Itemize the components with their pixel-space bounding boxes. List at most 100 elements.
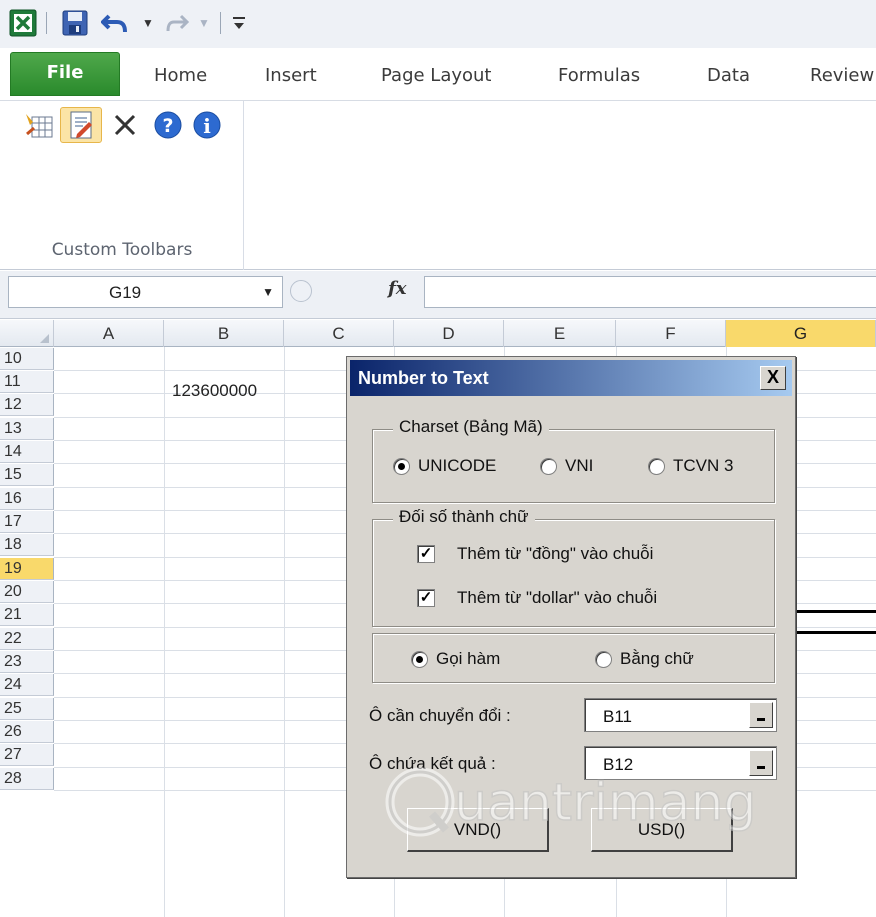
help-icon[interactable]: ? <box>151 107 185 143</box>
row-header-21[interactable]: 21 <box>0 604 54 626</box>
radio-unicode[interactable]: UNICODE <box>393 456 496 476</box>
checkbox-dong-box[interactable]: ✓ <box>417 545 435 563</box>
row-header-20[interactable]: 20 <box>0 581 54 603</box>
result-cell-label: Ô chứa kết quả : <box>369 754 496 773</box>
radio-tcvn3[interactable]: TCVN 3 <box>648 456 733 476</box>
column-header-f[interactable]: F <box>616 320 726 347</box>
name-box-value: G19 <box>109 283 142 302</box>
convert-legend: Đối số thành chữ <box>393 507 535 527</box>
chevron-down-icon[interactable]: ▼ <box>262 285 274 299</box>
row-header-10[interactable]: 10 <box>0 348 54 370</box>
row-header-18[interactable]: 18 <box>0 534 54 556</box>
radio-vni[interactable]: VNI <box>540 456 593 476</box>
redo-icon[interactable] <box>164 9 190 37</box>
row-header-22[interactable]: 22 <box>0 628 54 650</box>
ribbon: ? i Custom Toolbars <box>0 100 876 270</box>
excel-logo-icon <box>8 9 38 37</box>
edit-form-icon[interactable] <box>60 107 102 143</box>
customize-toolbar-icon[interactable] <box>228 9 250 37</box>
checkbox-dollar-box[interactable]: ✓ <box>417 589 435 607</box>
formula-input[interactable] <box>424 276 876 308</box>
row-header-12[interactable]: 12 <box>0 394 54 416</box>
radio-vni-label: VNI <box>565 456 594 475</box>
radio-goi-ham-dot[interactable] <box>411 650 428 668</box>
radio-bang-chu-label: Bằng chữ <box>620 649 694 668</box>
close-icon[interactable] <box>110 107 140 143</box>
source-cell-label: Ô cần chuyển đổi : <box>369 706 511 725</box>
group-label: Custom Toolbars <box>51 240 193 260</box>
number-to-text-dialog: Number to Text X Charset (Bảng Mã) UNICO… <box>346 356 796 878</box>
undo-icon[interactable] <box>100 9 130 37</box>
tab-review[interactable]: Review <box>810 56 874 96</box>
row-header-17[interactable]: 17 <box>0 511 54 533</box>
name-box[interactable]: G19 ▼ <box>8 276 283 308</box>
radio-vni-dot[interactable] <box>540 457 557 475</box>
quick-access-toolbar: ▼ ▼ <box>0 0 876 48</box>
radio-unicode-dot[interactable] <box>393 457 410 475</box>
table-icon[interactable] <box>22 107 56 143</box>
radio-bang-chu[interactable]: Bằng chữ <box>595 649 694 669</box>
tab-page-layout[interactable]: Page Layout <box>381 56 492 96</box>
radio-bang-chu-dot[interactable] <box>595 650 612 668</box>
ribbon-tabs: File Home Insert Page Layout Formulas Da… <box>0 48 876 100</box>
cell-b11[interactable]: 123600000 <box>172 381 257 401</box>
svg-text:?: ? <box>162 115 173 137</box>
charset-group: Charset (Bảng Mã) UNICODE VNI TCVN 3 <box>372 417 775 503</box>
row-header-15[interactable]: 15 <box>0 464 54 486</box>
checkbox-dong[interactable]: ✓ Thêm từ "đồng" vào chuỗi <box>417 544 653 564</box>
tab-data[interactable]: Data <box>707 56 750 96</box>
vnd-button[interactable]: VND() <box>407 808 549 852</box>
source-cell-value: B11 <box>603 707 632 726</box>
row-header-28[interactable]: 28 <box>0 768 54 790</box>
row-header-26[interactable]: 26 <box>0 721 54 743</box>
radio-unicode-label: UNICODE <box>418 456 497 475</box>
convert-options-group: Đối số thành chữ ✓ Thêm từ "đồng" vào ch… <box>372 507 775 627</box>
column-header-b[interactable]: B <box>164 320 284 347</box>
column-header-e[interactable]: E <box>504 320 616 347</box>
info-icon[interactable]: i <box>190 107 224 143</box>
row-header-23[interactable]: 23 <box>0 651 54 673</box>
svg-text:i: i <box>203 114 211 138</box>
radio-tcvn3-dot[interactable] <box>648 457 665 475</box>
result-cell-picker-button[interactable] <box>749 750 773 776</box>
checkbox-dollar[interactable]: ✓ Thêm từ "dollar" vào chuỗi <box>417 588 657 608</box>
radio-tcvn3-label: TCVN 3 <box>673 456 734 475</box>
row-header-27[interactable]: 27 <box>0 744 54 766</box>
source-cell-field[interactable]: B11 <box>584 698 777 732</box>
row-header-14[interactable]: 14 <box>0 441 54 463</box>
row-header-19[interactable]: 19 <box>0 558 54 580</box>
undo-dropdown-icon[interactable]: ▼ <box>140 9 156 37</box>
tab-formulas[interactable]: Formulas <box>558 56 640 96</box>
row-header-13[interactable]: 13 <box>0 418 54 440</box>
checkbox-dollar-label: Thêm từ "dollar" vào chuỗi <box>457 588 658 607</box>
usd-button[interactable]: USD() <box>591 808 733 852</box>
column-header-c[interactable]: C <box>284 320 394 347</box>
redo-dropdown-icon[interactable]: ▼ <box>196 9 212 37</box>
tab-file[interactable]: File <box>10 52 120 96</box>
row-header-25[interactable]: 25 <box>0 698 54 720</box>
column-header-g[interactable]: G <box>726 320 876 347</box>
dialog-close-button[interactable]: X <box>760 366 786 390</box>
result-cell-field[interactable]: B12 <box>584 746 777 780</box>
source-cell-picker-button[interactable] <box>749 702 773 728</box>
radio-goi-ham-label: Gọi hàm <box>436 649 501 668</box>
result-cell-value: B12 <box>603 755 634 774</box>
insert-function-icon[interactable]: fx <box>388 278 406 299</box>
tab-home[interactable]: Home <box>154 56 207 96</box>
dialog-titlebar[interactable]: Number to Text X <box>350 360 792 396</box>
row-header-11[interactable]: 11 <box>0 371 54 393</box>
column-headers: A B C D E F G <box>0 320 876 347</box>
checkbox-dong-label: Thêm từ "đồng" vào chuỗi <box>457 544 654 563</box>
formula-cancel-icon[interactable] <box>290 280 312 302</box>
dialog-title: Number to Text <box>358 368 489 388</box>
save-icon[interactable] <box>60 9 90 37</box>
charset-legend: Charset (Bảng Mã) <box>393 417 549 437</box>
row-header-24[interactable]: 24 <box>0 674 54 696</box>
column-header-d[interactable]: D <box>394 320 504 347</box>
radio-goi-ham[interactable]: Gọi hàm <box>411 649 500 669</box>
row-header-16[interactable]: 16 <box>0 488 54 510</box>
tab-insert[interactable]: Insert <box>265 56 317 96</box>
mode-group: Gọi hàm Bằng chữ <box>372 633 775 683</box>
select-all-corner[interactable] <box>0 320 54 347</box>
column-header-a[interactable]: A <box>54 320 164 347</box>
